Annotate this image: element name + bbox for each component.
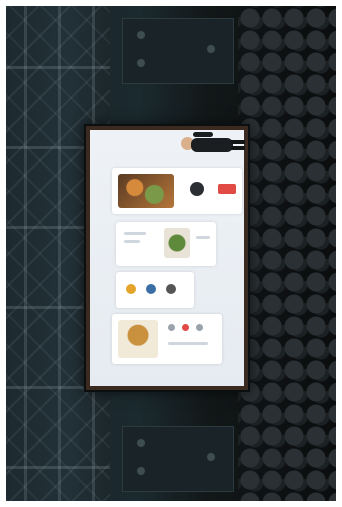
- projection-screen: [90, 130, 244, 386]
- food-image: [118, 174, 174, 208]
- food-image: [164, 228, 190, 258]
- food-image: [118, 320, 158, 358]
- lamp-icon: [137, 31, 145, 39]
- lamp-icon: [137, 59, 145, 67]
- presenter: [181, 132, 245, 160]
- lamp-icon: [137, 439, 145, 447]
- ceiling-rig-top: [122, 18, 234, 84]
- icon: [168, 324, 175, 331]
- icon: [196, 324, 203, 331]
- lamp-icon: [137, 467, 145, 475]
- icon: [126, 284, 136, 294]
- photo: [6, 6, 336, 501]
- icon: [182, 324, 189, 331]
- red-button: [218, 184, 236, 194]
- screen-card-bottom: [112, 314, 222, 364]
- avatar: [190, 182, 204, 196]
- icon: [146, 284, 156, 294]
- icon: [166, 284, 176, 294]
- lamp-icon: [207, 453, 215, 461]
- ceiling-rig-bottom: [122, 426, 234, 492]
- projection-screen-frame: [84, 124, 250, 392]
- screen-card-3: [116, 272, 194, 308]
- screen-card-2: [116, 222, 216, 266]
- lamp-icon: [207, 45, 215, 53]
- photo-frame: [0, 0, 342, 507]
- screen-card-top: [112, 168, 242, 214]
- audience: [238, 6, 336, 501]
